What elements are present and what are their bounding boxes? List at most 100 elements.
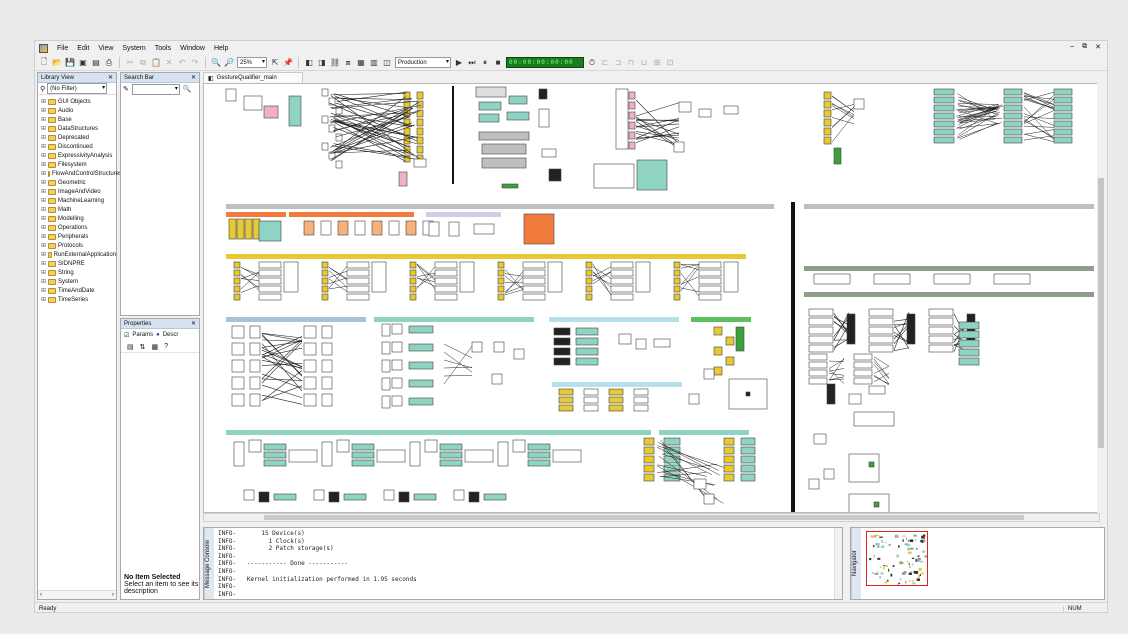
save-as-icon[interactable]: ▤ xyxy=(91,58,101,68)
property-pages-icon[interactable]: ▦ xyxy=(152,343,159,351)
library-tree-item[interactable]: ⊞ TimeAndDate xyxy=(41,286,116,295)
menu-tools[interactable]: Tools xyxy=(155,45,171,52)
cut-icon[interactable]: ✂ xyxy=(125,58,135,68)
expand-icon[interactable]: ⊞ xyxy=(41,152,46,159)
library-tree-item[interactable]: ⊞ Modelling xyxy=(41,214,116,223)
expand-icon[interactable]: ⊞ xyxy=(41,251,46,258)
align-top-icon[interactable]: ⊔ xyxy=(639,58,649,68)
layout-icon[interactable]: ▦ xyxy=(356,58,366,68)
patch-icon[interactable]: ◧ xyxy=(304,58,314,68)
zoom-combo[interactable]: 25% ▾ xyxy=(237,57,267,68)
library-tree-item[interactable]: ⊞ Geometric xyxy=(41,178,116,187)
restore-button[interactable]: ⧉ xyxy=(1082,43,1087,51)
search-input[interactable]: ▾ xyxy=(131,83,180,95)
vscroll-thumb[interactable] xyxy=(1098,178,1104,448)
mode-combo[interactable]: Production ▾ xyxy=(395,57,451,68)
expand-icon[interactable]: ⊞ xyxy=(41,161,46,168)
undo-icon[interactable]: ↶ xyxy=(177,58,187,68)
step-icon[interactable]: ⏭ xyxy=(467,58,477,68)
link-icon[interactable]: ⛓ xyxy=(330,58,340,68)
save-all-icon[interactable]: ▣ xyxy=(78,58,88,68)
expand-icon[interactable]: ⊞ xyxy=(41,98,46,105)
patch-canvas[interactable] xyxy=(203,83,1100,513)
print-icon[interactable]: ⎙ xyxy=(104,58,114,68)
group-icon[interactable]: ⧈ xyxy=(343,58,353,68)
paste-icon[interactable]: 📋 xyxy=(151,58,161,68)
distribute-icon[interactable]: ⊞ xyxy=(652,58,662,68)
expand-icon[interactable]: ⊞ xyxy=(41,197,46,204)
library-tree-item[interactable]: ⊞ Operations xyxy=(41,223,116,232)
library-filter-combo[interactable]: (No Filter) ▾ xyxy=(47,83,108,94)
expand-icon[interactable]: ⊞ xyxy=(41,215,46,222)
canvas-vscrollbar[interactable] xyxy=(1097,83,1105,513)
pause-icon[interactable]: ⏸ xyxy=(480,58,490,68)
expand-icon[interactable]: ⊞ xyxy=(41,134,46,141)
expand-icon[interactable]: ⊞ xyxy=(41,278,46,285)
expand-icon[interactable]: ⊞ xyxy=(41,170,46,177)
library-tree-item[interactable]: ⊞ Audio xyxy=(41,106,116,115)
search-options-icon[interactable]: ✎ xyxy=(123,85,129,93)
library-tree-item[interactable]: ⊞ Base xyxy=(41,115,116,124)
clock-icon[interactable]: ⏱ xyxy=(587,58,597,68)
filter-icon[interactable]: ⚲ xyxy=(40,85,45,93)
expand-icon[interactable]: ⊞ xyxy=(41,125,46,132)
library-tree-item[interactable]: ⊞ Math xyxy=(41,205,116,214)
expand-icon[interactable]: ⊞ xyxy=(41,143,46,150)
copy-icon[interactable]: ⧉ xyxy=(138,58,148,68)
align-center-icon[interactable]: ⊐ xyxy=(613,58,623,68)
menu-view[interactable]: View xyxy=(98,45,113,52)
expand-icon[interactable]: ⊞ xyxy=(41,242,46,249)
library-tree-item[interactable]: ⊞ TimeSeries xyxy=(41,295,116,304)
panel-icon[interactable]: ◫ xyxy=(382,58,392,68)
expand-icon[interactable]: ⊞ xyxy=(41,287,46,294)
library-tree-item[interactable]: ⊞ DataStructures xyxy=(41,124,116,133)
expand-icon[interactable]: ⊞ xyxy=(41,179,46,186)
menu-system[interactable]: System xyxy=(122,45,145,52)
expand-icon[interactable]: ⊞ xyxy=(41,107,46,114)
library-tree-item[interactable]: ⊞ MachineLearning xyxy=(41,196,116,205)
library-tree-item[interactable]: ⊞ Filesystem xyxy=(41,160,116,169)
expand-icon[interactable]: ⊞ xyxy=(41,233,46,240)
expand-icon[interactable]: ⊞ xyxy=(41,188,46,195)
expand-icon[interactable]: ⊞ xyxy=(41,296,46,303)
save-icon[interactable]: 💾 xyxy=(65,58,75,68)
subpatch-icon[interactable]: ◨ xyxy=(317,58,327,68)
scroll-right-icon[interactable]: › xyxy=(112,592,114,598)
library-tree-item[interactable]: ⊞ Protocols xyxy=(41,241,116,250)
library-tree-item[interactable]: ⊞ Discontinued xyxy=(41,142,116,151)
zoom-in-icon[interactable]: 🔍 xyxy=(211,58,221,68)
help-icon[interactable]: ? xyxy=(164,343,168,350)
tab-document[interactable]: ◧ GestureQualifier_main xyxy=(203,72,303,83)
minimize-button[interactable]: – xyxy=(1070,43,1074,51)
pin-icon[interactable]: 📌 xyxy=(283,58,293,68)
expand-icon[interactable]: ⊞ xyxy=(41,260,46,267)
library-tree-item[interactable]: ⊞ ExpressivityAnalysis xyxy=(41,151,116,160)
close-icon[interactable]: ✕ xyxy=(108,74,113,81)
expand-icon[interactable]: ⊞ xyxy=(41,206,46,213)
menu-help[interactable]: Help xyxy=(214,45,228,52)
canvas-hscrollbar[interactable] xyxy=(203,513,1100,522)
hscroll-thumb[interactable] xyxy=(264,515,1024,520)
library-tree-item[interactable]: ⊞ ImageAndVideo xyxy=(41,187,116,196)
menu-window[interactable]: Window xyxy=(180,45,205,52)
delete-icon[interactable]: ✕ xyxy=(164,58,174,68)
pointer-icon[interactable]: ⇱ xyxy=(270,58,280,68)
open-folder-icon[interactable]: 📂 xyxy=(52,58,62,68)
expand-icon[interactable]: ⊞ xyxy=(41,224,46,231)
menu-file[interactable]: File xyxy=(57,45,68,52)
tab-params[interactable]: Params xyxy=(132,332,153,338)
zoom-out-icon[interactable]: 🔎 xyxy=(224,58,234,68)
library-tree-item[interactable]: ⊞ SIDNPRE xyxy=(41,259,116,268)
expand-icon[interactable]: ⊞ xyxy=(41,116,46,123)
library-tree-item[interactable]: ⊞ GUI Objects xyxy=(41,97,116,106)
library-tree-item[interactable]: ⊞ RunExternalApplication xyxy=(41,250,116,259)
sort-alpha-icon[interactable]: ⇅ xyxy=(140,343,146,351)
categorized-icon[interactable]: ▤ xyxy=(127,343,134,351)
play-icon[interactable]: ▶ xyxy=(454,58,464,68)
close-icon[interactable]: ✕ xyxy=(191,74,196,81)
library-hscrollbar[interactable]: ‹ › xyxy=(38,590,116,599)
align-right-icon[interactable]: ⊓ xyxy=(626,58,636,68)
close-icon[interactable]: ✕ xyxy=(191,320,196,327)
stop-icon[interactable]: ■ xyxy=(493,58,503,68)
menu-edit[interactable]: Edit xyxy=(77,45,89,52)
